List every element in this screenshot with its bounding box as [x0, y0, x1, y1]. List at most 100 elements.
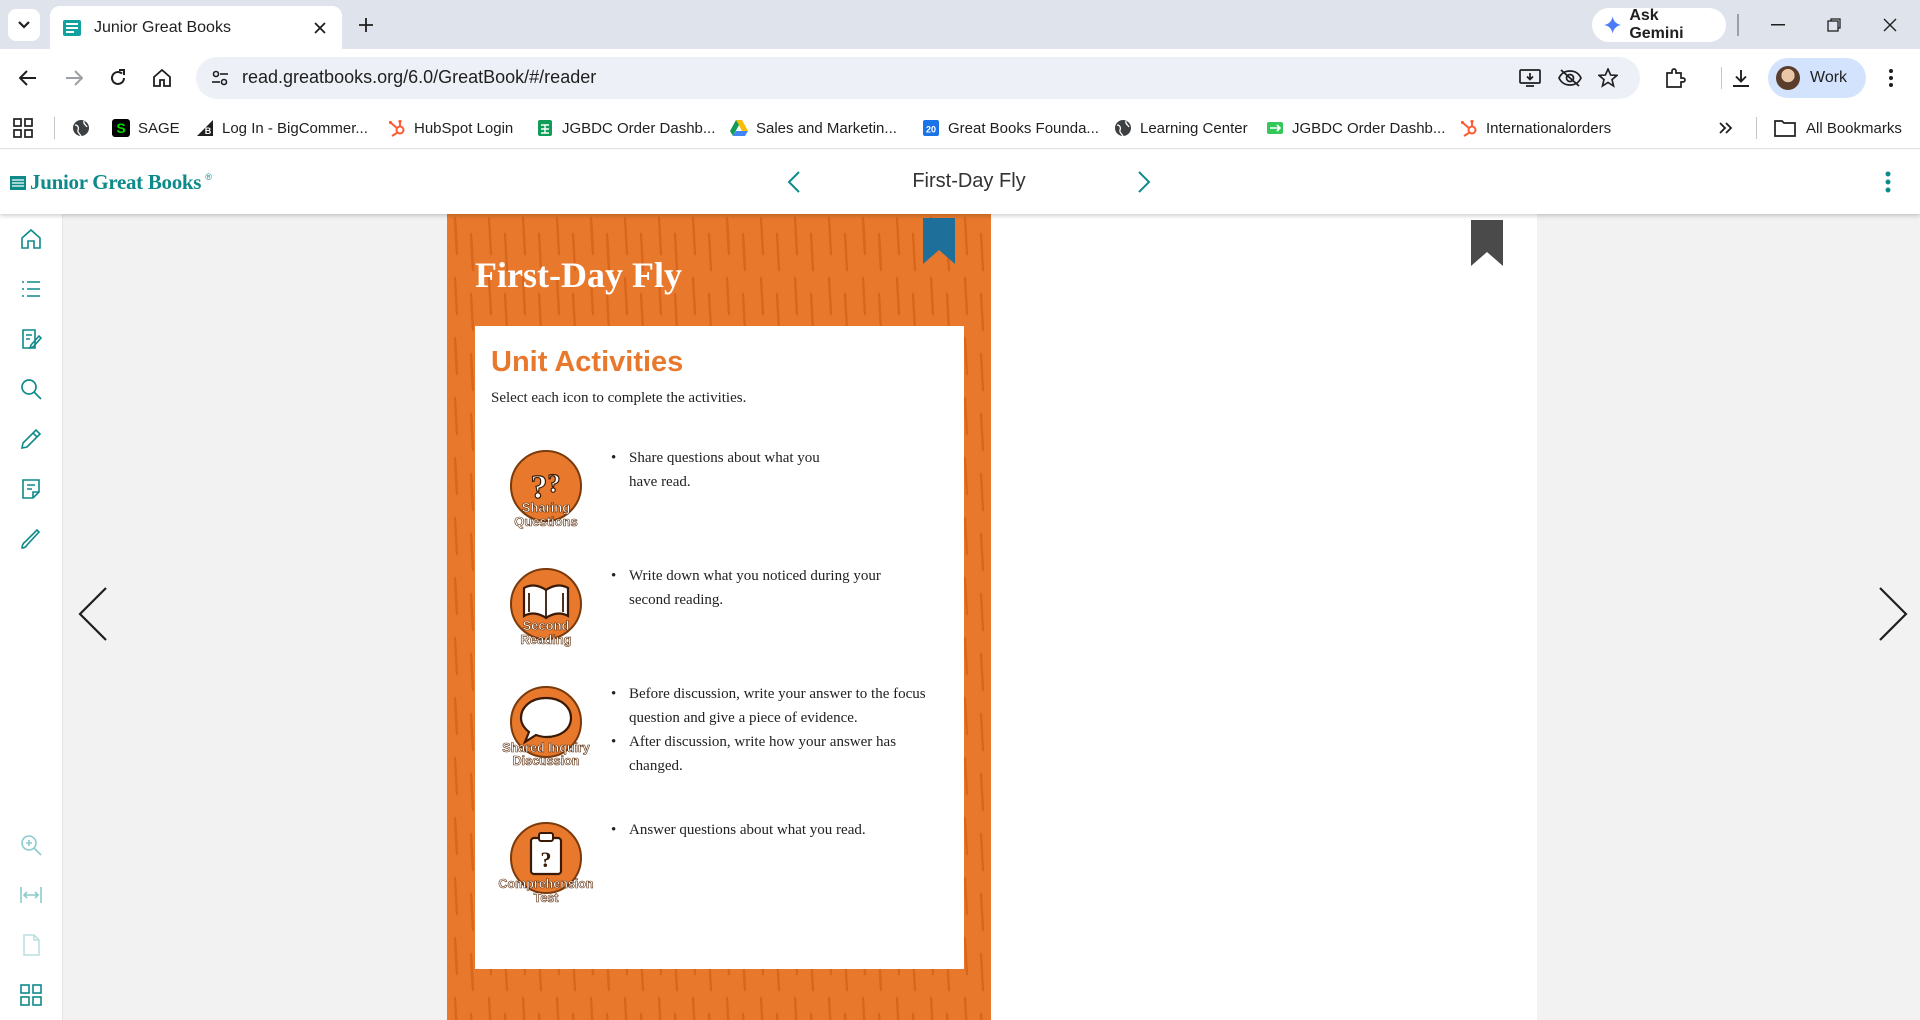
sidebar-contents-button[interactable] [16, 274, 46, 304]
minimize-icon [1771, 24, 1785, 26]
app-header: Junior Great Books ® First-Day Fly [0, 150, 1920, 214]
bookmark-jgbdc-order-1[interactable]: JGBDC Order Dashb... [536, 115, 715, 141]
tab-title: Junior Great Books [94, 18, 231, 36]
bookmark-ribbon-icon[interactable] [923, 218, 955, 264]
search-icon [21, 379, 42, 400]
tab-search-button[interactable] [8, 9, 40, 41]
browser-tab-active[interactable]: Junior Great Books [50, 6, 342, 49]
bigcommerce-icon: B [197, 120, 213, 136]
ask-gemini-button[interactable]: Ask Gemini [1592, 7, 1726, 42]
card-instruction: Select each icon to complete the activit… [491, 390, 747, 406]
gemini-sparkle-icon [1604, 16, 1622, 34]
close-tab-icon[interactable] [310, 18, 330, 38]
thumbnails-button[interactable] [16, 980, 46, 1010]
bookmark-globe[interactable] [72, 115, 90, 141]
svg-text:Discussion: Discussion [513, 754, 580, 768]
restore-button[interactable] [1816, 10, 1852, 40]
close-icon [1883, 18, 1897, 32]
arrow-right-icon [66, 70, 83, 86]
tracking-protection-eye-icon[interactable] [1558, 66, 1582, 90]
card-heading: Unit Activities [491, 346, 684, 378]
site-info-icon[interactable] [206, 64, 234, 92]
svg-text:Test: Test [534, 891, 560, 905]
activity-bullets: Share questions about what youhave read. [611, 446, 951, 494]
home-button[interactable] [146, 62, 178, 94]
page-icon [23, 934, 40, 956]
next-selection-button[interactable] [1128, 166, 1160, 198]
sidebar-annotate-button[interactable] [16, 424, 46, 454]
minimize-button[interactable] [1760, 10, 1796, 40]
jgb-logo[interactable]: Junior Great Books ® [10, 170, 212, 195]
second-reading-icon[interactable]: Second Reading [491, 568, 601, 658]
previous-selection-button[interactable] [778, 166, 810, 198]
sidebar-highlighter-button[interactable] [16, 524, 46, 554]
grid-icon [20, 984, 42, 1006]
apps-grid-icon[interactable] [12, 117, 34, 139]
bookmark-great-books-foundation[interactable]: 20 Great Books Founda... [922, 115, 1099, 141]
bookmarks-divider [1756, 117, 1757, 139]
activity-bullets: Answer questions about what you read. [611, 818, 951, 842]
globe-icon [73, 120, 89, 137]
reader-sidebar [0, 214, 63, 1020]
reload-button[interactable] [102, 62, 134, 94]
downloads-icon[interactable] [1726, 63, 1756, 93]
forward-button[interactable] [58, 62, 90, 94]
sharing-questions-icon[interactable]: ? ? Sharing Questions [491, 450, 601, 540]
zoom-in-button[interactable] [16, 830, 46, 860]
bookmark-sage[interactable]: S SAGE [112, 115, 180, 141]
bookmark-jgbdc-order-2[interactable]: JGBDC Order Dashb... [1266, 115, 1445, 141]
address-bar[interactable]: read.greatbooks.org/6.0/GreatBook/#/read… [196, 57, 1640, 99]
url-text[interactable]: read.greatbooks.org/6.0/GreatBook/#/read… [242, 67, 596, 88]
activity-bullet: Answer questions about what you read. [611, 818, 951, 842]
chevron-left-icon [787, 171, 800, 193]
page-title: First-Day Fly [475, 255, 682, 295]
back-button[interactable] [12, 62, 44, 94]
shared-inquiry-discussion-icon[interactable]: Shared Inquiry Discussion [491, 686, 601, 776]
previous-page-button[interactable] [73, 584, 113, 644]
chevron-right-icon [1879, 587, 1908, 641]
activity-bullets: Write down what you noticed during yours… [611, 564, 951, 612]
svg-text:?: ? [541, 847, 552, 872]
bookmarks-divider [54, 117, 55, 139]
app-menu-icon[interactable] [1874, 166, 1902, 198]
activity-bullet: Write down what you noticed during yours… [611, 564, 951, 612]
more-bookmarks-icon[interactable] [1714, 117, 1738, 139]
arrow-left-icon [19, 70, 36, 86]
close-window-button[interactable] [1872, 10, 1908, 40]
chevron-left-icon [78, 587, 107, 641]
sidebar-notes-button[interactable] [16, 324, 46, 354]
svg-text:Second: Second [523, 618, 570, 633]
reload-icon [111, 69, 125, 85]
hubspot-icon [388, 119, 405, 137]
bookmark-bigcommerce[interactable]: B Log In - BigCommer... [196, 115, 368, 141]
sidebar-home-button[interactable] [16, 224, 46, 254]
star-bookmark-icon[interactable] [1596, 66, 1620, 90]
next-page-button[interactable] [1873, 584, 1913, 644]
plus-icon [359, 18, 373, 32]
fit-width-button[interactable] [16, 880, 46, 910]
sidebar-notepad-button[interactable] [16, 474, 46, 504]
globe-icon [1115, 120, 1131, 137]
profile-button[interactable]: Work [1768, 58, 1866, 98]
bookmark-internationalorders[interactable]: Internationalorders [1460, 115, 1611, 141]
bookmark-sales-marketing[interactable]: Sales and Marketin... [730, 115, 897, 141]
bookmark-ribbon-icon[interactable] [1471, 220, 1503, 266]
restore-icon [1827, 18, 1841, 32]
comprehension-test-icon[interactable]: ? Comprehension Test [491, 822, 601, 912]
chevron-right-icon [1138, 171, 1151, 193]
notebook-edit-icon [22, 329, 43, 350]
browser-menu-icon[interactable] [1876, 63, 1906, 93]
new-tab-button[interactable] [352, 11, 380, 39]
all-bookmarks-button[interactable]: All Bookmarks [1774, 115, 1902, 141]
install-app-icon[interactable] [1518, 66, 1542, 90]
sheets-icon [538, 120, 552, 136]
home-icon [153, 69, 171, 87]
sidebar-search-button[interactable] [16, 374, 46, 404]
avatar [1776, 66, 1800, 90]
extensions-icon[interactable] [1660, 63, 1690, 93]
bookmark-learning-center[interactable]: Learning Center [1114, 115, 1248, 141]
single-page-button[interactable] [16, 930, 46, 960]
browser-tab-bar: Junior Great Books Ask Gemini [0, 0, 1920, 49]
book-page-left: First-Day Fly Unit Activities Select eac… [447, 214, 992, 1020]
bookmark-hubspot[interactable]: HubSpot Login [388, 115, 513, 141]
